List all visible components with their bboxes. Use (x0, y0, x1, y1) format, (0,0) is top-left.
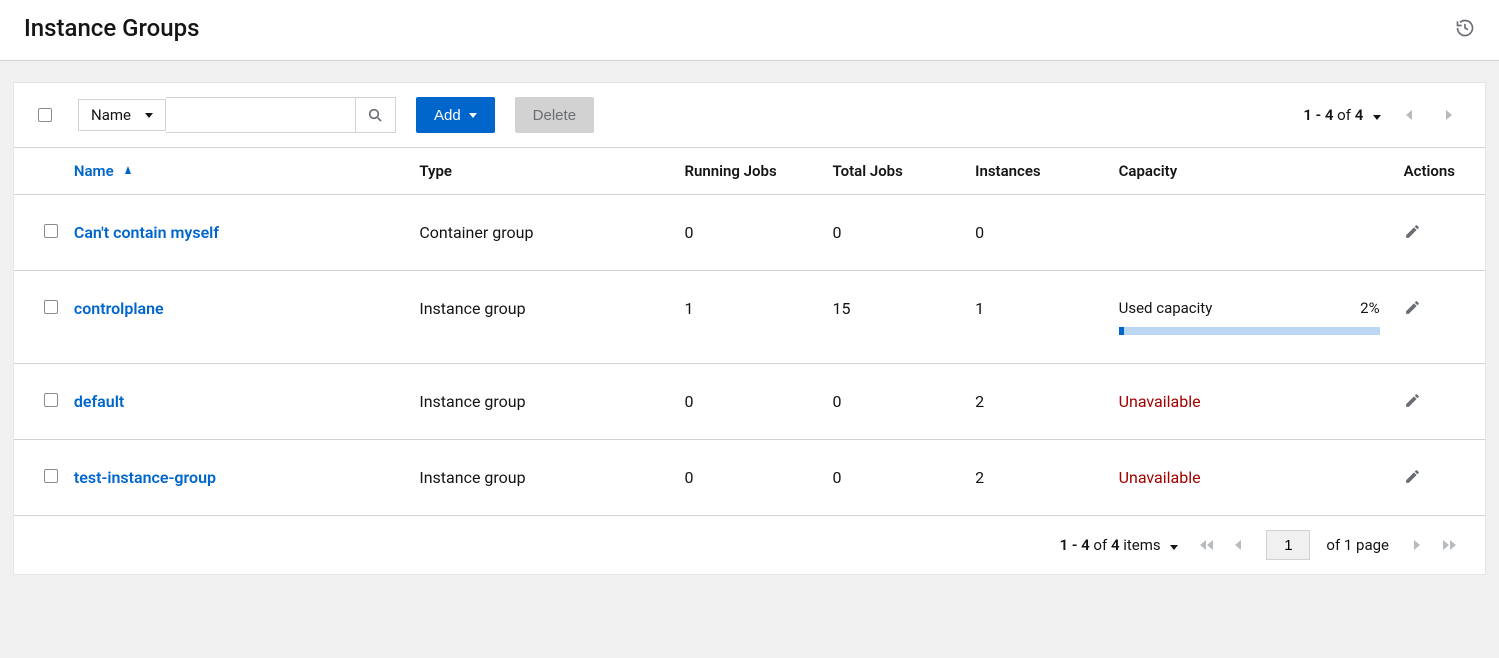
instances-cell: 0 (963, 195, 1106, 271)
delete-label: Delete (533, 107, 576, 124)
instance-group-link[interactable]: Can't contain myself (74, 223, 219, 242)
search-button[interactable] (356, 97, 396, 133)
next-page-button[interactable] (1405, 533, 1429, 557)
total-jobs-cell: 0 (821, 364, 964, 440)
instances-cell: 2 (963, 364, 1106, 440)
add-button[interactable]: Add (416, 97, 495, 133)
total-jobs-cell: 0 (821, 440, 964, 516)
edit-icon[interactable] (1404, 468, 1455, 485)
prev-page-button[interactable] (1397, 103, 1421, 127)
history-icon[interactable] (1455, 18, 1475, 38)
capacity-cell: Unavailable (1107, 440, 1392, 516)
type-cell: Instance group (407, 364, 672, 440)
column-header-total-jobs: Total Jobs (821, 148, 964, 195)
capacity-cell: Unavailable (1107, 364, 1392, 440)
total-jobs-cell: 15 (821, 271, 964, 364)
instance-groups-table: Name Type Running Jobs Total Jobs Instan… (14, 147, 1485, 516)
add-label: Add (434, 107, 461, 124)
caret-down-icon (469, 113, 477, 118)
sort-asc-icon (125, 166, 131, 174)
instances-cell: 1 (963, 271, 1106, 364)
running-jobs-cell: 0 (672, 440, 820, 516)
table-row: test-instance-groupInstance group002Unav… (14, 440, 1485, 516)
capacity-unavailable: Unavailable (1119, 468, 1201, 487)
row-checkbox[interactable] (44, 300, 58, 314)
column-header-type: Type (407, 148, 672, 195)
row-checkbox[interactable] (44, 393, 58, 407)
capacity-cell: Used capacity 2% (1107, 271, 1392, 364)
instance-group-link[interactable]: default (74, 392, 124, 411)
instance-group-link[interactable]: controlplane (74, 299, 164, 318)
caret-down-icon (145, 113, 153, 118)
column-header-instances: Instances (963, 148, 1106, 195)
table-row: controlplaneInstance group1151Used capac… (14, 271, 1485, 364)
capacity-label: Used capacity (1119, 299, 1213, 317)
running-jobs-cell: 0 (672, 195, 820, 271)
delete-button: Delete (515, 97, 594, 133)
page-number-input[interactable] (1266, 530, 1310, 560)
next-page-button[interactable] (1437, 103, 1461, 127)
running-jobs-cell: 0 (672, 364, 820, 440)
column-header-name[interactable]: Name (74, 148, 407, 195)
edit-icon[interactable] (1404, 299, 1455, 316)
running-jobs-cell: 1 (672, 271, 820, 364)
edit-icon[interactable] (1404, 392, 1455, 409)
page-title: Instance Groups (24, 14, 199, 42)
instance-group-link[interactable]: test-instance-group (74, 468, 216, 487)
row-checkbox[interactable] (44, 224, 58, 238)
capacity-percent: 2% (1360, 299, 1379, 317)
search-input[interactable] (166, 97, 356, 133)
total-jobs-cell: 0 (821, 195, 964, 271)
column-header-running-jobs: Running Jobs (672, 148, 820, 195)
pagination-bottom-summary[interactable]: 1 - 4 of 4 items (1060, 536, 1179, 554)
pagination-top-summary[interactable]: 1 - 4 of 4 (1303, 106, 1381, 124)
capacity-unavailable: Unavailable (1119, 392, 1201, 411)
caret-down-icon (1170, 545, 1178, 550)
type-cell: Instance group (407, 440, 672, 516)
select-all-checkbox[interactable] (38, 108, 52, 122)
capacity-bar (1119, 327, 1380, 335)
first-page-button[interactable] (1194, 533, 1218, 557)
table-row: defaultInstance group002Unavailable (14, 364, 1485, 440)
capacity-cell (1107, 195, 1392, 271)
edit-icon[interactable] (1404, 223, 1455, 240)
column-header-capacity: Capacity (1107, 148, 1392, 195)
type-cell: Instance group (407, 271, 672, 364)
instances-cell: 2 (963, 440, 1106, 516)
last-page-button[interactable] (1437, 533, 1461, 557)
filter-field-dropdown[interactable]: Name (78, 99, 166, 131)
row-checkbox[interactable] (44, 469, 58, 483)
page-suffix-label: of 1 page (1326, 536, 1389, 554)
filter-field-label: Name (91, 106, 131, 124)
table-row: Can't contain myselfContainer group000 (14, 195, 1485, 271)
prev-page-button[interactable] (1226, 533, 1250, 557)
type-cell: Container group (407, 195, 672, 271)
caret-down-icon (1373, 115, 1381, 120)
column-header-actions: Actions (1392, 148, 1485, 195)
